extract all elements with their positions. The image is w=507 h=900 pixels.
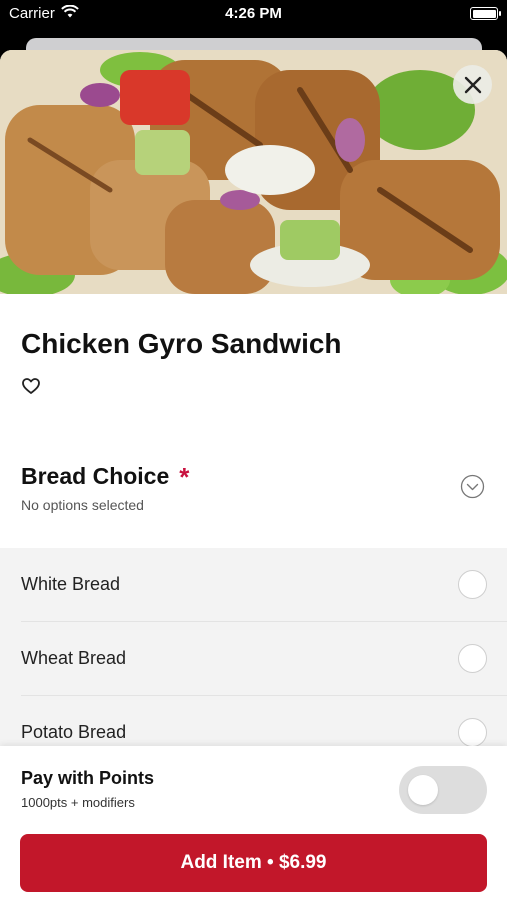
- heart-outline-icon: [22, 378, 40, 394]
- chevron-down-circle-icon[interactable]: [460, 474, 485, 499]
- radio-button[interactable]: [458, 644, 487, 673]
- item-title: Chicken Gyro Sandwich: [21, 328, 342, 359]
- radio-button[interactable]: [458, 718, 487, 747]
- food-photo-illustration: [0, 50, 507, 294]
- option-label: White Bread: [21, 574, 121, 594]
- close-button[interactable]: [453, 65, 492, 104]
- checkout-panel: Pay with Points 1000pts + modifiers Add …: [0, 746, 507, 900]
- favorite-button[interactable]: [21, 376, 41, 396]
- option-wheat-bread[interactable]: Wheat Bread: [0, 622, 507, 696]
- option-white-bread[interactable]: White Bread: [0, 548, 507, 622]
- option-label: Wheat Bread: [21, 648, 127, 668]
- toggle-knob: [408, 775, 438, 805]
- add-item-button[interactable]: Add Item • $6.99: [20, 834, 487, 892]
- bread-choice-header[interactable]: Bread Choice *: [21, 462, 189, 493]
- points-cost: 1000pts + modifiers: [21, 795, 135, 810]
- option-label: Potato Bread: [21, 722, 127, 742]
- status-time: 4:26 PM: [225, 5, 282, 22]
- pay-with-points-toggle[interactable]: [399, 766, 487, 814]
- required-marker: *: [179, 462, 190, 492]
- status-bar: Carrier 4:26 PM: [0, 0, 507, 30]
- close-icon: [464, 76, 481, 93]
- item-photo: [0, 50, 507, 294]
- pay-with-points-label: Pay with Points: [21, 768, 155, 788]
- bread-choice-status: No options selected: [21, 497, 144, 513]
- battery-icon: [470, 7, 501, 20]
- item-detail-sheet: Chicken Gyro Sandwich Bread Choice * No o…: [0, 50, 507, 900]
- radio-button[interactable]: [458, 570, 487, 599]
- bread-choice-title: Bread Choice: [21, 463, 170, 489]
